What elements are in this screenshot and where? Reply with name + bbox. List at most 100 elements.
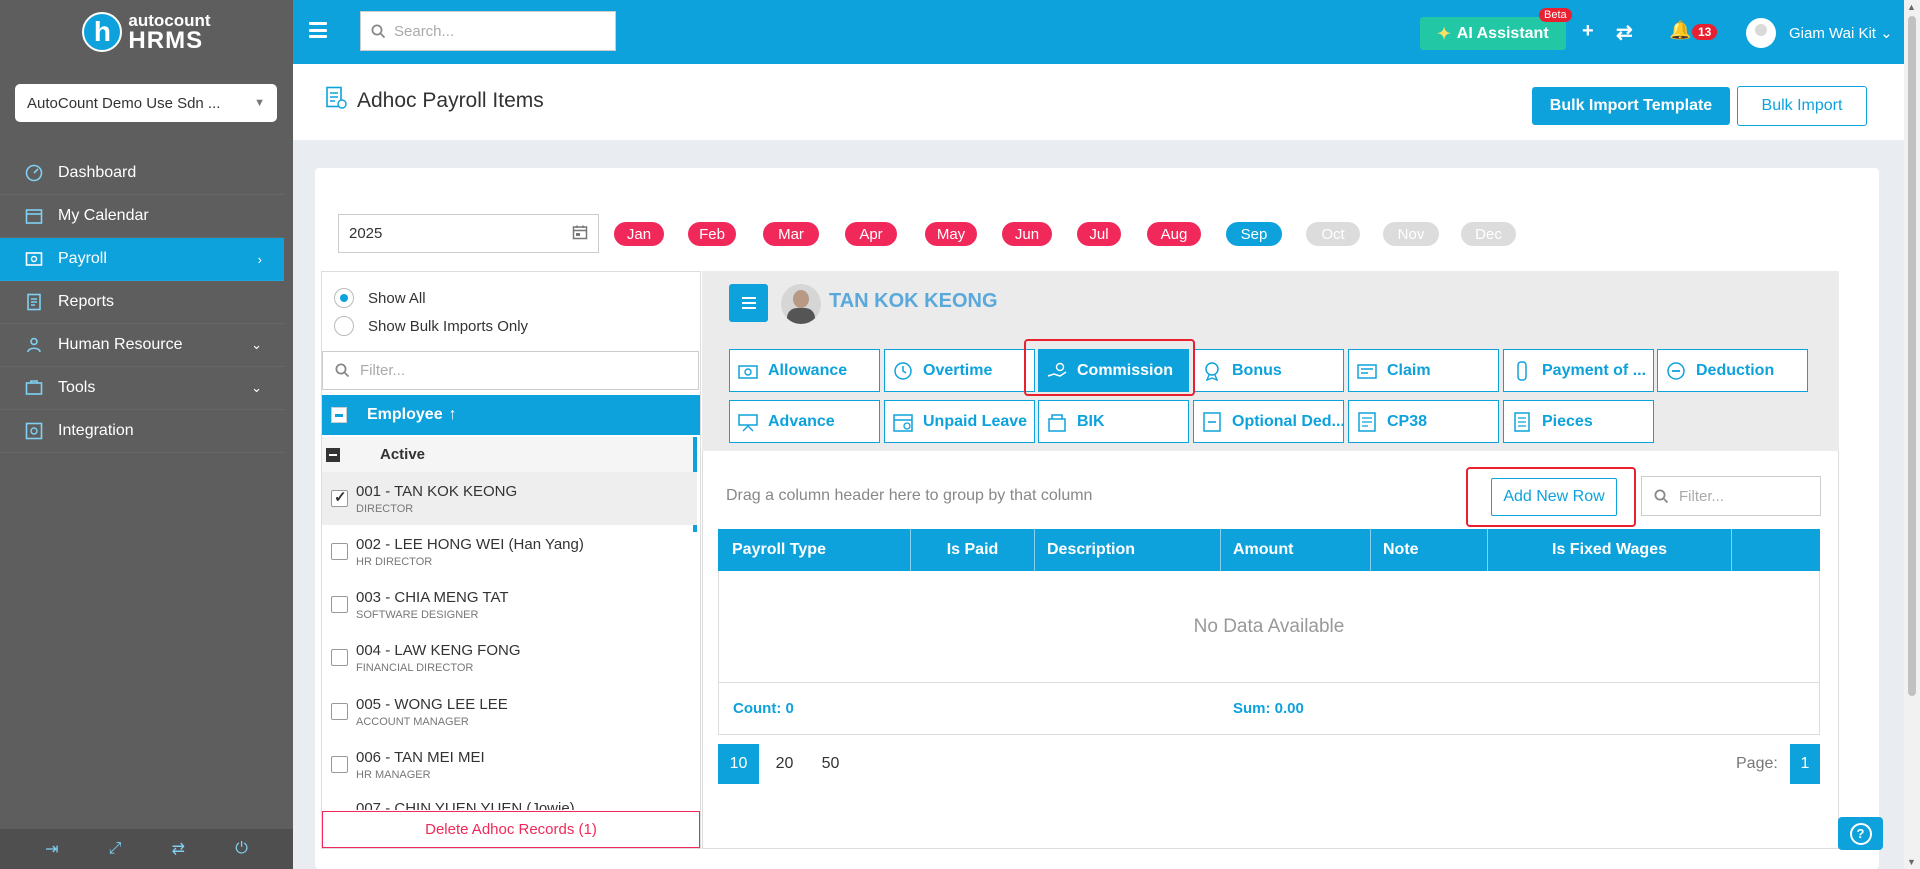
row-checkbox[interactable] bbox=[331, 596, 348, 613]
integration-icon bbox=[24, 421, 44, 441]
global-search[interactable] bbox=[360, 11, 616, 51]
column-amount[interactable]: Amount bbox=[1221, 529, 1371, 571]
page-button-1[interactable]: 1 bbox=[1790, 744, 1820, 784]
group-by-hint: Drag a column header here to group by th… bbox=[726, 487, 1093, 504]
sidebar-item-human-resource[interactable]: Human Resource ⌄ bbox=[0, 324, 284, 367]
tab-advance[interactable]: Advance bbox=[729, 400, 880, 443]
month-jan[interactable]: Jan bbox=[614, 222, 664, 246]
employee-row[interactable]: 002 - LEE HONG WEI (Han Yang) HR DIRECTOR bbox=[322, 525, 697, 578]
employee-row[interactable]: 005 - WONG LEE LEE ACCOUNT MANAGER bbox=[322, 685, 697, 738]
add-icon[interactable]: + bbox=[1582, 20, 1594, 43]
detail-menu-button[interactable] bbox=[729, 284, 768, 322]
column-description[interactable]: Description bbox=[1035, 529, 1221, 571]
tab-cp38[interactable]: CP38 bbox=[1348, 400, 1499, 443]
fullscreen-icon[interactable]: ⤢ bbox=[109, 840, 122, 858]
unpaid-leave-icon bbox=[891, 410, 915, 434]
scroll-down-icon[interactable]: ▼ bbox=[1907, 857, 1916, 867]
employee-row[interactable]: 004 - LAW KENG FONG FINANCIAL DIRECTOR bbox=[322, 631, 697, 684]
sidebar-item-tools[interactable]: Tools ⌄ bbox=[0, 367, 284, 410]
delete-adhoc-records-button[interactable]: Delete Adhoc Records (1) bbox=[322, 811, 700, 848]
chevron-down-icon: ▼ bbox=[254, 97, 265, 109]
sidebar-item-dashboard[interactable]: Dashboard bbox=[0, 152, 284, 195]
column-note[interactable]: Note bbox=[1371, 529, 1488, 571]
employee-column-header[interactable]: Employee ↑ bbox=[322, 395, 700, 435]
page-scrollbar[interactable]: ▲ ▼ bbox=[1904, 0, 1920, 869]
human-resource-icon bbox=[24, 335, 44, 355]
row-checkbox[interactable] bbox=[331, 756, 348, 773]
tab-bonus[interactable]: Bonus bbox=[1193, 349, 1344, 392]
tab-allowance[interactable]: Allowance bbox=[729, 349, 880, 392]
tab-overtime[interactable]: Overtime bbox=[884, 349, 1035, 392]
page-size-20[interactable]: 20 bbox=[764, 744, 805, 784]
switch-icon[interactable]: ⇄ bbox=[1616, 20, 1633, 45]
employee-filter-input[interactable] bbox=[360, 362, 559, 379]
row-checkbox[interactable] bbox=[331, 703, 348, 720]
select-all-checkbox[interactable] bbox=[331, 407, 347, 423]
month-feb[interactable]: Feb bbox=[688, 222, 736, 246]
chevron-down-icon: ⌄ bbox=[251, 380, 262, 395]
month-apr[interactable]: Apr bbox=[845, 222, 897, 246]
month-sep[interactable]: Sep bbox=[1226, 222, 1282, 246]
translate-icon[interactable]: ⇄ bbox=[172, 839, 185, 859]
user-menu[interactable]: Giam Wai Kit ⌄ bbox=[1789, 24, 1893, 42]
employee-row[interactable]: 006 - TAN MEI MEI HR MANAGER bbox=[322, 738, 697, 791]
row-checkbox[interactable] bbox=[331, 543, 348, 560]
help-button[interactable]: ? bbox=[1838, 817, 1883, 850]
month-jun[interactable]: Jun bbox=[1002, 222, 1052, 246]
row-checkbox[interactable] bbox=[331, 649, 348, 666]
user-avatar[interactable] bbox=[1746, 18, 1776, 48]
year-picker[interactable]: 2025 bbox=[338, 214, 599, 253]
company-select[interactable]: AutoCount Demo Use Sdn ... ▼ bbox=[15, 84, 277, 122]
tab-bik[interactable]: BIK bbox=[1038, 400, 1189, 443]
tab-deduction[interactable]: Deduction bbox=[1657, 349, 1808, 392]
power-icon[interactable]: ⏻ bbox=[235, 840, 248, 858]
employee-row[interactable]: 007 - CHIN YUEN YUEN (Jowie) bbox=[322, 792, 697, 810]
row-checkbox[interactable] bbox=[331, 488, 348, 507]
company-select-value: AutoCount Demo Use Sdn ... bbox=[27, 94, 221, 112]
month-oct[interactable]: Oct bbox=[1306, 222, 1360, 246]
column-is-paid[interactable]: Is Paid bbox=[911, 529, 1035, 571]
bonus-icon bbox=[1200, 359, 1224, 383]
month-aug[interactable]: Aug bbox=[1147, 222, 1201, 246]
sidebar-item-reports[interactable]: Reports bbox=[0, 281, 284, 324]
tab-claim[interactable]: Claim bbox=[1348, 349, 1499, 392]
employee-row[interactable]: 003 - CHIA MENG TAT SOFTWARE DESIGNER bbox=[322, 578, 697, 631]
page-size-10[interactable]: 10 bbox=[718, 744, 759, 784]
group-row-active[interactable]: Active bbox=[322, 437, 697, 472]
search-input[interactable] bbox=[394, 22, 594, 40]
scroll-up-icon[interactable]: ▲ bbox=[1907, 2, 1916, 12]
grid-filter[interactable] bbox=[1641, 476, 1821, 516]
menu-toggle-icon[interactable] bbox=[309, 22, 327, 38]
employee-row[interactable]: 001 - TAN KOK KEONGDIRECTOR bbox=[322, 472, 697, 525]
calendar-icon[interactable] bbox=[572, 224, 588, 244]
month-nov[interactable]: Nov bbox=[1383, 222, 1439, 246]
brand-logo[interactable]: h autocount HRMS bbox=[0, 0, 293, 64]
tab-optional-deduction[interactable]: Optional Ded... bbox=[1193, 400, 1344, 443]
add-new-row-button[interactable]: Add New Row bbox=[1491, 478, 1617, 516]
bulk-import-template-button[interactable]: Bulk Import Template bbox=[1532, 87, 1730, 125]
logout-icon[interactable]: ⇥ bbox=[45, 839, 58, 859]
tab-pieces[interactable]: Pieces bbox=[1503, 400, 1654, 443]
column-payroll-type[interactable]: Payroll Type bbox=[718, 529, 911, 571]
month-may[interactable]: May bbox=[925, 222, 977, 246]
column-is-fixed-wages[interactable]: Is Fixed Wages bbox=[1488, 529, 1732, 571]
show-bulk-only-radio[interactable]: Show Bulk Imports Only bbox=[334, 315, 528, 337]
grid-filter-input[interactable] bbox=[1679, 487, 1809, 505]
sidebar-item-payroll[interactable]: Payroll › bbox=[0, 238, 284, 281]
month-dec[interactable]: Dec bbox=[1461, 222, 1516, 246]
tab-payment-of[interactable]: Payment of ... bbox=[1503, 349, 1654, 392]
tab-unpaid-leave[interactable]: Unpaid Leave bbox=[884, 400, 1035, 443]
month-mar[interactable]: Mar bbox=[763, 222, 819, 246]
advance-icon bbox=[736, 410, 760, 434]
page-size-50[interactable]: 50 bbox=[810, 744, 851, 784]
bell-icon[interactable]: 🔔 bbox=[1669, 20, 1691, 41]
page-title: Adhoc Payroll Items bbox=[357, 89, 544, 112]
collapse-icon[interactable] bbox=[326, 447, 340, 462]
employee-filter[interactable] bbox=[322, 351, 699, 390]
calendar-icon bbox=[24, 206, 44, 226]
bulk-import-button[interactable]: Bulk Import bbox=[1737, 86, 1867, 126]
show-all-radio[interactable]: Show All bbox=[334, 287, 426, 309]
sidebar-item-integration[interactable]: Integration bbox=[0, 410, 284, 453]
sidebar-item-my-calendar[interactable]: My Calendar bbox=[0, 195, 284, 238]
month-jul[interactable]: Jul bbox=[1077, 222, 1121, 246]
